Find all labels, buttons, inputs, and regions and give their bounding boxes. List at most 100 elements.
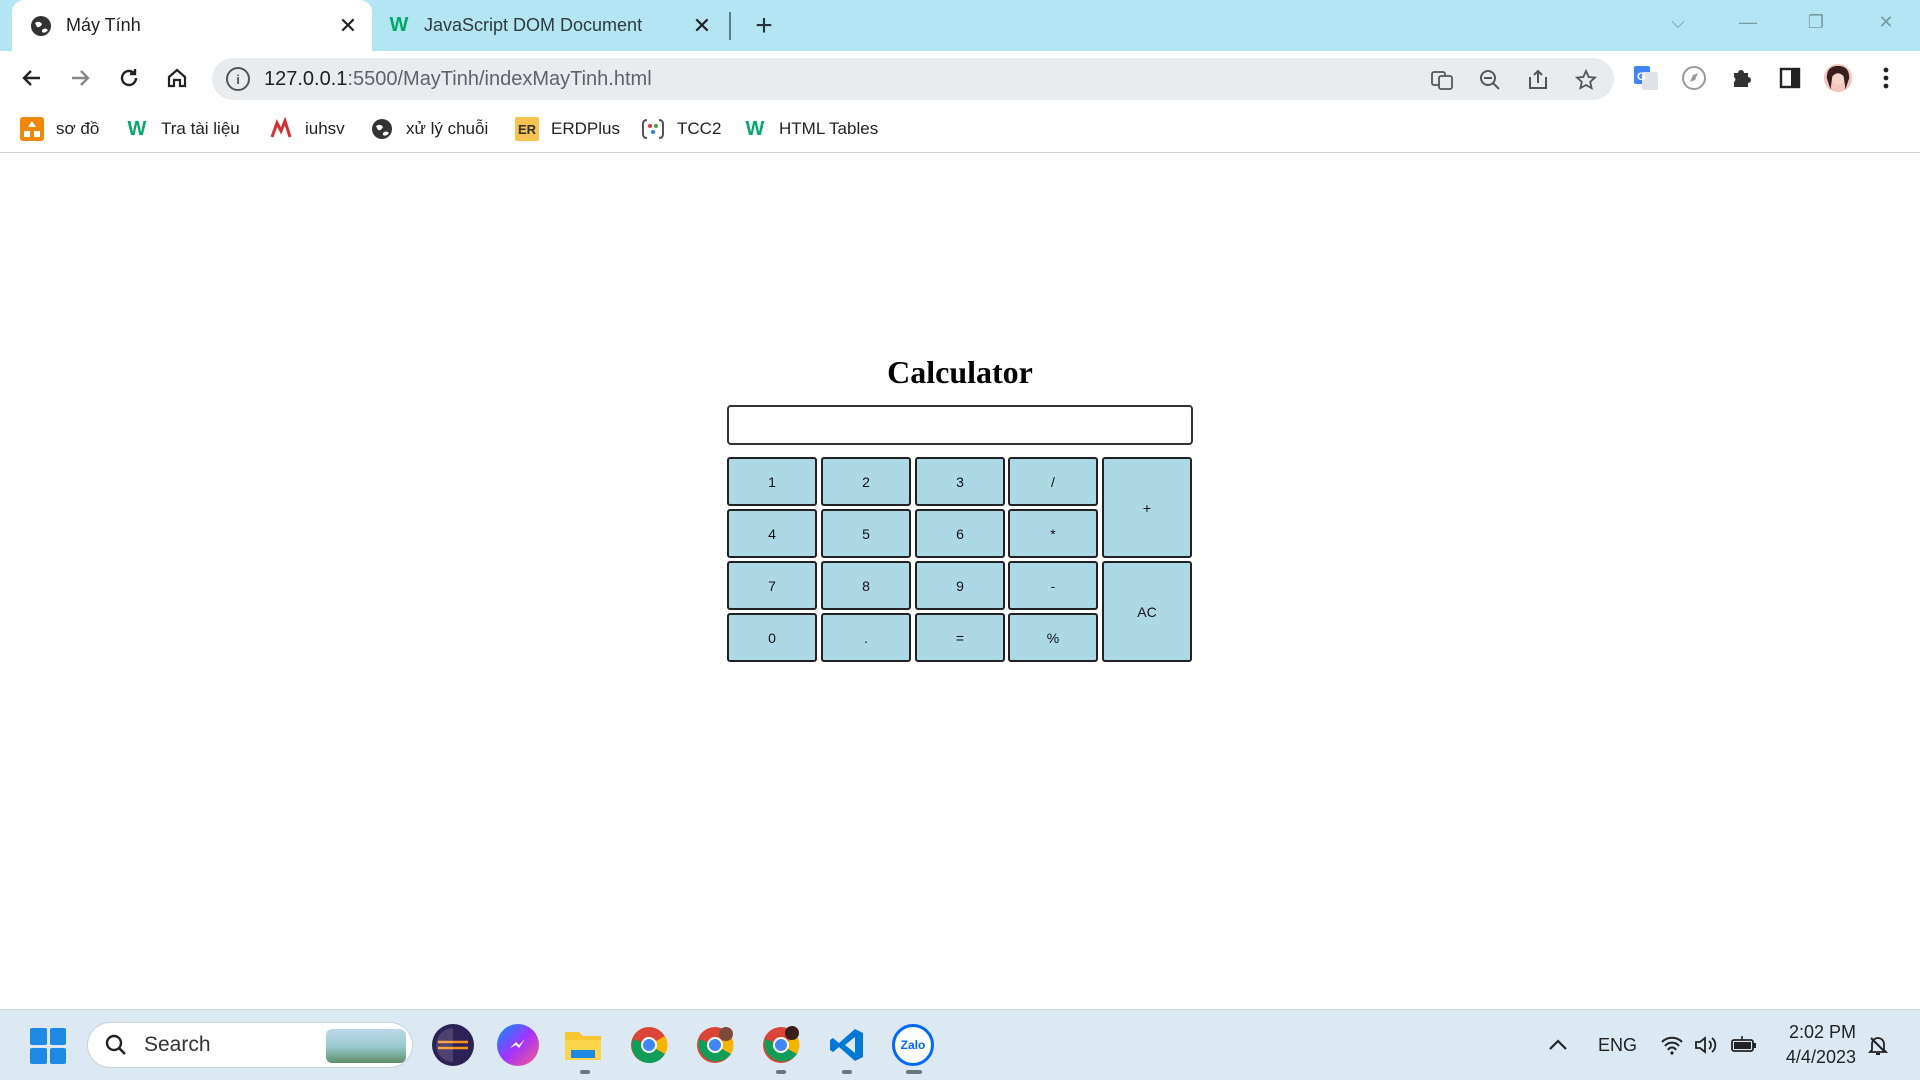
tab-divider <box>729 12 731 40</box>
key-percent-button[interactable]: % <box>1008 613 1098 662</box>
new-tab-button[interactable]: + <box>748 9 780 42</box>
key-2-button[interactable]: 2 <box>821 457 911 506</box>
calculator-title: Calculator <box>887 354 1033 390</box>
side-panel-icon[interactable] <box>1775 63 1805 93</box>
search-icon <box>102 1031 130 1059</box>
bookmark-tra-tai-lieu[interactable]: W Tra tài liệu <box>125 115 240 143</box>
site-info-icon[interactable]: i <box>226 67 250 91</box>
show-hidden-icons-chevron-icon[interactable] <box>1548 1030 1568 1060</box>
w3schools-icon: W <box>389 14 409 36</box>
search-highlight-image <box>326 1029 406 1063</box>
key-equals-button[interactable]: = <box>915 613 1005 662</box>
globe-icon <box>370 117 394 141</box>
search-label: Search <box>144 1033 211 1056</box>
key-minus-button[interactable]: - <box>1008 561 1098 610</box>
close-tab-icon[interactable]: ✕ <box>334 12 362 40</box>
running-indicator <box>776 1070 786 1074</box>
key-plus-button[interactable]: + <box>1102 457 1192 558</box>
menu-kebab-icon[interactable] <box>1871 63 1901 93</box>
forward-icon[interactable] <box>61 59 99 97</box>
zalo-icon[interactable]: Zalo <box>892 1024 934 1066</box>
bookmark-erdplus[interactable]: ER ERDPlus <box>515 115 620 143</box>
google-translate-extension-icon[interactable]: G <box>1631 63 1661 93</box>
restore-icon[interactable]: ❐ <box>1796 8 1836 36</box>
erdplus-icon: ER <box>515 117 539 141</box>
bookmark-tcc2[interactable]: TCC2 <box>641 115 721 143</box>
tab-may-tinh[interactable]: Máy Tính ✕ <box>12 0 372 51</box>
key-3-button[interactable]: 3 <box>915 457 1005 506</box>
share-icon[interactable] <box>1524 66 1552 94</box>
url-host: 127.0.0.1 <box>264 67 348 90</box>
key-9-button[interactable]: 9 <box>915 561 1005 610</box>
key-clear-all-button[interactable]: AC <box>1102 561 1192 662</box>
zoom-out-icon[interactable] <box>1476 66 1504 94</box>
bookmark-label: sơ đồ <box>56 119 100 138</box>
eclipse-icon[interactable] <box>432 1024 474 1066</box>
tab-title: Máy Tính <box>66 15 141 35</box>
tab-javascript-dom[interactable]: W JavaScript DOM Document ✕ <box>378 0 726 51</box>
windows-start-icon[interactable] <box>30 1028 66 1064</box>
bookmark-label: ERDPlus <box>551 119 620 138</box>
key-5-button[interactable]: 5 <box>821 509 911 558</box>
compass-extension-icon[interactable] <box>1679 63 1709 93</box>
file-explorer-icon[interactable] <box>562 1024 604 1066</box>
reload-icon[interactable] <box>110 59 148 97</box>
key-1-button[interactable]: 1 <box>727 457 817 506</box>
zalo-label: Zalo <box>900 1038 926 1052</box>
language-indicator[interactable]: ENG <box>1598 1030 1637 1060</box>
key-7-button[interactable]: 7 <box>727 561 817 610</box>
key-4-button[interactable]: 4 <box>727 509 817 558</box>
profile-avatar[interactable] <box>1823 63 1853 93</box>
bookmark-iuhsv[interactable]: iuhsv <box>269 115 345 143</box>
page-content: Calculator 1 2 3 / + 4 5 6 * 7 8 9 - AC … <box>0 154 1920 1009</box>
taskbar-clock[interactable]: 2:02 PM 4/4/2023 <box>1780 1020 1856 1070</box>
back-icon[interactable] <box>13 59 51 97</box>
bookmark-star-icon[interactable] <box>1572 66 1600 94</box>
url-text[interactable]: 127.0.0.1:5500/MayTinh/indexMayTinh.html <box>264 68 652 91</box>
vscode-icon[interactable] <box>826 1024 868 1066</box>
globe-icon <box>30 15 52 37</box>
address-bar[interactable]: i 127.0.0.1:5500/MayTinh/indexMayTinh.ht… <box>212 58 1614 100</box>
close-tab-icon[interactable]: ✕ <box>688 12 716 40</box>
messenger-icon[interactable] <box>497 1024 539 1066</box>
wifi-icon[interactable] <box>1660 1030 1684 1060</box>
key-multiply-button[interactable]: * <box>1008 509 1098 558</box>
key-0-button[interactable]: 0 <box>727 613 817 662</box>
key-divide-button[interactable]: / <box>1008 457 1098 506</box>
bookmark-label: HTML Tables <box>779 119 879 138</box>
chrome-profile-2-icon[interactable] <box>694 1024 736 1066</box>
bookmark-xu-ly-chuoi[interactable]: xử lý chuỗi <box>370 115 488 143</box>
windows-taskbar: Search Zalo ENG 2:02 PM 4/4/2023 <box>0 1009 1920 1080</box>
bookmark-label: xử lý chuỗi <box>406 119 489 138</box>
running-indicator <box>906 1070 922 1074</box>
bookmark-label: iuhsv <box>305 119 345 138</box>
taskbar-search-box[interactable]: Search <box>87 1022 413 1068</box>
minimize-icon[interactable]: — <box>1728 8 1768 36</box>
battery-icon[interactable] <box>1730 1030 1758 1060</box>
translate-icon[interactable] <box>1428 66 1456 94</box>
bookmarks-bar: sơ đồ W Tra tài liệu iuhsv xử lý chuỗi E… <box>0 105 1920 153</box>
browser-tab-bar: Máy Tính ✕ W JavaScript DOM Document ✕ +… <box>0 0 1920 51</box>
w3schools-icon: W <box>745 117 765 140</box>
clock-time: 2:02 PM <box>1788 1022 1856 1042</box>
running-indicator <box>842 1070 852 1074</box>
iuh-icon <box>269 117 293 141</box>
browser-toolbar: i 127.0.0.1:5500/MayTinh/indexMayTinh.ht… <box>0 51 1920 105</box>
tab-search-chevron-icon[interactable]: ⌵ <box>1658 8 1698 36</box>
chrome-icon[interactable] <box>628 1024 670 1066</box>
url-path: :5500/MayTinh/indexMayTinh.html <box>347 67 652 90</box>
chrome-profile-3-icon[interactable] <box>760 1024 802 1066</box>
extensions-puzzle-icon[interactable] <box>1727 63 1757 93</box>
home-icon[interactable] <box>158 59 196 97</box>
bookmark-so-do[interactable]: sơ đồ <box>20 115 99 143</box>
key-6-button[interactable]: 6 <box>915 509 1005 558</box>
calculator-display-input[interactable] <box>727 405 1193 445</box>
bookmark-html-tables[interactable]: W HTML Tables <box>743 115 879 143</box>
clock-date: 4/4/2023 <box>1785 1047 1856 1067</box>
key-8-button[interactable]: 8 <box>821 561 911 610</box>
volume-icon[interactable] <box>1694 1030 1718 1060</box>
notifications-icon[interactable] <box>1866 1030 1890 1060</box>
key-decimal-button[interactable]: . <box>821 613 911 662</box>
close-window-icon[interactable]: ✕ <box>1866 8 1906 36</box>
diagram-icon <box>20 117 44 141</box>
